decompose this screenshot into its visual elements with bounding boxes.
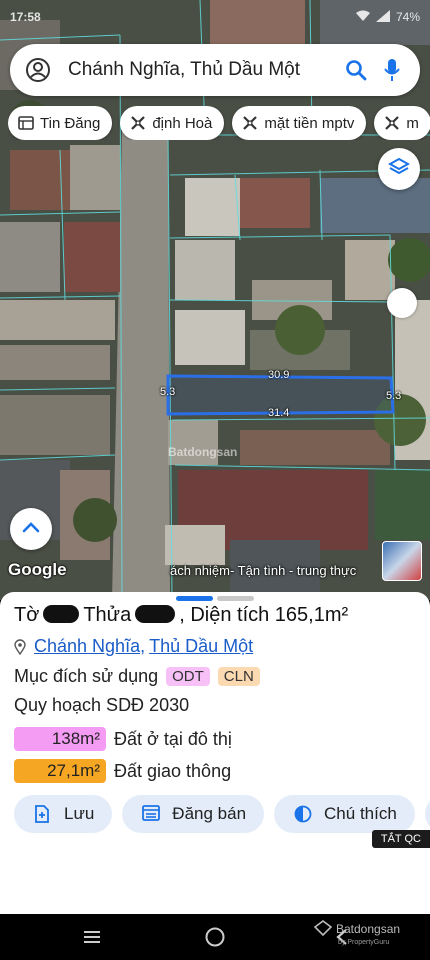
listing-icon <box>142 805 161 823</box>
batdongsan-watermark: Batdongsan <box>168 445 238 459</box>
tag-odt: ODT <box>166 667 210 686</box>
plan-title: Quy hoạch SDĐ 2030 <box>14 695 190 715</box>
google-logo: Google <box>8 560 67 579</box>
zone-row-traffic: 27,1m² Đất giao thông <box>14 759 231 783</box>
wifi-icon <box>355 10 370 25</box>
comma: , <box>140 636 146 656</box>
batdongsan-brand: Batdongsan by PropertyGuru <box>313 920 401 946</box>
search-bar[interactable]: Chánh Nghĩa, Thủ Dầu Một <box>10 44 420 96</box>
city-link[interactable]: Thủ Dầu Một <box>149 636 253 657</box>
dimension-right-label: 5.3 <box>386 390 402 402</box>
post-sale-label: Đăng bán <box>172 804 247 823</box>
dimension-top-label: 30.9 <box>268 369 290 381</box>
post-sale-button[interactable]: Đăng bán <box>122 795 265 833</box>
microphone-icon[interactable] <box>378 56 406 84</box>
battery-level: 74% <box>395 10 420 24</box>
zone-label: Đất ở tại đô thị <box>114 728 232 749</box>
save-label: Lưu <box>64 804 95 823</box>
legend-button[interactable]: Chú thích <box>274 795 415 833</box>
legend-label: Chú thích <box>324 804 397 823</box>
brand-logo-icon <box>313 920 333 939</box>
filter-chips: Tin Đăng định Hoà mặt tiền mptv m <box>8 106 430 140</box>
home-icon[interactable] <box>203 926 227 948</box>
map-handle[interactable] <box>387 288 417 318</box>
brand-name: Batdongsan <box>336 922 401 936</box>
dimension-bottom-label: 31.4 <box>268 407 290 419</box>
location-pin-icon <box>14 638 26 655</box>
tag-cross-icon <box>130 115 146 131</box>
land-use-row: Mục đích sử dụng ODT CLN <box>14 666 260 687</box>
more-action-button[interactable] <box>424 795 430 833</box>
recent-apps-icon[interactable] <box>80 926 104 948</box>
tag-cross-icon <box>242 115 258 131</box>
map-view[interactable]: 30.9 31.4 5.3 5.3 Batdongsan 17:58 74% C… <box>0 0 430 600</box>
zone-row-residential: 138m² Đất ở tại đô thị <box>14 727 232 751</box>
expand-button[interactable] <box>10 508 52 550</box>
zone-area-value: 27,1m² <box>14 759 106 783</box>
area-text: , Diện tích 165,1m² <box>179 604 349 626</box>
chip-label: định Hoà <box>152 114 213 132</box>
chevron-up-icon <box>22 520 40 538</box>
thua-label: Thửa <box>83 604 132 626</box>
tag-cln: CLN <box>217 667 260 686</box>
status-time: 17:58 <box>10 10 41 24</box>
account-icon[interactable] <box>24 56 52 84</box>
chip-label: m <box>406 114 419 132</box>
parcel-title: Tờ Thửa , Diện tích 165,1m² <box>14 604 348 627</box>
action-buttons: Lưu Đăng bán Chú thích <box>14 795 430 833</box>
tag-cross-icon <box>384 115 400 131</box>
search-icon[interactable] <box>342 56 370 84</box>
chip-label: mặt tiền mptv <box>264 114 355 132</box>
bookmark-add-icon <box>34 805 52 823</box>
redacted-sheet-number <box>43 605 80 623</box>
ward-link[interactable]: Chánh Nghĩa <box>34 636 140 657</box>
chip-more[interactable]: m <box>374 106 430 140</box>
layers-button[interactable] <box>378 148 420 190</box>
photo-thumbnail[interactable] <box>382 541 422 581</box>
list-icon <box>18 115 34 131</box>
slogan-text: ách nhiệm- Tận tình - trung thực <box>170 563 357 578</box>
parcel-info-sheet: Tờ Thửa , Diện tích 165,1m² Chánh Nghĩa, Th… <box>0 592 430 914</box>
search-input[interactable]: Chánh Nghĩa, Thủ Dầu Một <box>52 59 342 81</box>
status-bar: 17:58 74% <box>0 0 430 34</box>
chip-label: Tin Đăng <box>40 114 101 132</box>
dimension-left-label: 5.3 <box>160 386 176 398</box>
system-nav-bar: Batdongsan by PropertyGuru <box>0 914 430 960</box>
brand-sub: by PropertyGuru <box>338 939 390 946</box>
to-label: Tờ <box>14 604 40 626</box>
purpose-label: Mục đích sử dụng <box>14 666 159 686</box>
legend-icon <box>294 805 312 823</box>
zone-area-value: 138m² <box>14 727 106 751</box>
chip-tin-dang[interactable]: Tin Đăng <box>8 106 113 140</box>
chip-dinh-hoa[interactable]: định Hoà <box>120 106 225 140</box>
zone-label: Đất giao thông <box>114 760 232 781</box>
sheet-handle[interactable] <box>176 596 254 601</box>
layers-icon <box>387 156 411 183</box>
chip-mat-tien[interactable]: mặt tiền mptv <box>232 106 367 140</box>
save-button[interactable]: Lưu <box>14 795 113 833</box>
redacted-parcel-number <box>135 605 176 623</box>
location-row: Chánh Nghĩa, Thủ Dầu Một <box>14 636 253 657</box>
turn-off-ads-badge[interactable]: TẮT QC <box>371 830 430 848</box>
signal-icon <box>375 9 390 25</box>
